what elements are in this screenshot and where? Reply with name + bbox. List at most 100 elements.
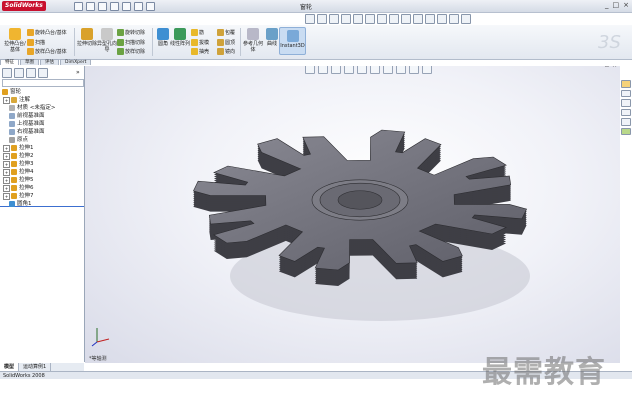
tree-item-label: 拉伸3 — [19, 161, 34, 167]
expand-toggle-icon[interactable] — [3, 122, 8, 127]
extrude-boss-button[interactable]: 拉伸凸台/基体 — [4, 28, 26, 53]
task-pane — [621, 80, 631, 135]
tab-model[interactable]: 模型 — [0, 363, 20, 371]
point-icon[interactable] — [389, 14, 399, 24]
save-icon[interactable] — [98, 1, 107, 11]
print-icon[interactable] — [110, 1, 119, 11]
settings-icon[interactable] — [461, 14, 471, 24]
expand-toggle-icon[interactable]: + — [3, 160, 10, 168]
reference-geometry-button[interactable]: 参考几何体 — [242, 28, 264, 53]
expand-toggle-icon[interactable] — [3, 130, 8, 135]
tree-item[interactable]: + 拉伸1 — [3, 144, 34, 152]
graphics-area[interactable]: – ▫ × *等轴测 — [85, 66, 620, 363]
solidworks-resources-icon[interactable] — [621, 80, 631, 88]
tree-item[interactable]: + 拉伸3 — [3, 160, 34, 168]
tree-item[interactable]: 材质 <未指定> — [3, 104, 55, 112]
tree-item[interactable]: 前视基准面 — [3, 112, 45, 120]
extrude-cut-button[interactable]: 拉伸切除 — [77, 28, 97, 47]
minimize-button[interactable]: _ — [605, 1, 609, 10]
revolve-cut-button[interactable]: 旋转切除 — [117, 28, 145, 37]
tree-item[interactable]: 右视基准面 — [3, 128, 45, 136]
spline-icon[interactable] — [377, 14, 387, 24]
expand-toggle-icon[interactable] — [3, 138, 8, 143]
display-icon[interactable] — [449, 14, 459, 24]
sweep-icon — [27, 39, 34, 46]
expand-toggle-icon[interactable]: + — [3, 144, 10, 152]
loft-cut-button[interactable]: 放样切除 — [117, 47, 145, 56]
tree-item-label: 拉伸6 — [19, 185, 34, 191]
propertymanager-tab-icon[interactable] — [14, 68, 24, 78]
panel-expand-icon[interactable]: » — [76, 69, 80, 76]
mirror-button[interactable]: 镜向 — [217, 47, 235, 56]
rebuild-icon[interactable] — [134, 1, 143, 11]
tree-item[interactable]: + 拉伸4 — [3, 168, 34, 176]
wrap-button[interactable]: 包覆 — [217, 28, 235, 37]
featuremanager-tab-icon[interactable] — [2, 68, 12, 78]
maximize-button[interactable]: □ — [613, 1, 620, 10]
tree-root[interactable]: 窗轮 — [2, 88, 21, 96]
expand-toggle-icon[interactable]: + — [3, 152, 10, 160]
dimxpertmanager-tab-icon[interactable] — [38, 68, 48, 78]
configurationmanager-tab-icon[interactable] — [26, 68, 36, 78]
revolve-boss-button[interactable]: 旋转凸台/基体 — [27, 28, 67, 37]
tab-dimxpert[interactable]: DimXpert — [60, 59, 92, 65]
circle-icon[interactable] — [353, 14, 363, 24]
expand-toggle-icon[interactable]: + — [3, 184, 10, 192]
solidworks-logo[interactable]: SolidWorks — [2, 1, 46, 11]
expand-toggle-icon[interactable]: + — [3, 192, 10, 200]
expand-toggle-icon[interactable]: + — [3, 176, 10, 184]
expand-toggle-icon[interactable] — [3, 106, 8, 111]
linear-pattern-button[interactable]: 线性阵列 — [170, 28, 190, 47]
tree-item[interactable]: 圆角1 — [3, 200, 32, 208]
rectangle-icon[interactable] — [341, 14, 351, 24]
instant3d-button[interactable]: Instant3D — [279, 27, 306, 55]
design-library-icon[interactable] — [621, 89, 631, 97]
smart-dimension-icon[interactable] — [317, 14, 327, 24]
tab-sketch[interactable]: 草图 — [20, 59, 39, 65]
options-icon[interactable] — [146, 1, 155, 11]
close-button[interactable]: × — [623, 1, 629, 10]
mirror-entities-icon[interactable] — [425, 14, 435, 24]
tree-item[interactable]: 上视基准面 — [3, 120, 45, 128]
shell-button[interactable]: 抽壳 — [191, 47, 209, 56]
trim-icon[interactable] — [401, 14, 411, 24]
revolve-cut-label: 旋转切除 — [125, 30, 146, 36]
tab-evaluate[interactable]: 评估 — [40, 59, 59, 65]
arc-icon[interactable] — [365, 14, 375, 24]
expand-toggle-icon[interactable]: + — [3, 168, 10, 176]
sketch-icon[interactable] — [305, 14, 315, 24]
tree-item[interactable]: + 拉伸7 — [3, 192, 34, 200]
undo-icon[interactable] — [122, 1, 131, 11]
expand-toggle-icon[interactable] — [3, 114, 8, 119]
line-icon[interactable] — [329, 14, 339, 24]
appearances-icon[interactable] — [621, 127, 631, 135]
tree-item[interactable]: + 注解 — [3, 96, 30, 104]
part-model[interactable] — [85, 66, 620, 363]
new-file-icon[interactable] — [74, 1, 83, 11]
search-icon[interactable] — [621, 108, 631, 116]
extrude-cut-label: 拉伸切除 — [77, 41, 98, 47]
tree-filter-input[interactable] — [2, 79, 84, 87]
expand-toggle-icon[interactable] — [3, 202, 8, 207]
relations-icon[interactable] — [437, 14, 447, 24]
file-explorer-icon[interactable] — [621, 99, 631, 107]
sweep-button[interactable]: 扫描 — [27, 38, 45, 47]
view-palette-icon[interactable] — [621, 118, 631, 126]
draft-button[interactable]: 拔模 — [191, 38, 209, 47]
tab-motion-study[interactable]: 运动算例1 — [19, 363, 52, 371]
window-controls: _ □ × — [605, 1, 629, 10]
annotations-icon — [11, 97, 17, 103]
loft-boss-button[interactable]: 放样凸台/基体 — [27, 47, 67, 56]
tree-item[interactable]: 原点 — [3, 136, 28, 144]
tab-features[interactable]: 特征 — [0, 59, 19, 65]
tree-item[interactable]: + 拉伸6 — [3, 184, 34, 192]
tree-item[interactable]: + 拉伸2 — [3, 152, 34, 160]
dome-button[interactable]: 圆顶 — [217, 38, 235, 47]
hole-wizard-button[interactable]: 异型孔向导 — [97, 28, 117, 53]
offset-icon[interactable] — [413, 14, 423, 24]
expand-toggle-icon[interactable]: + — [3, 96, 10, 104]
sweep-cut-button[interactable]: 扫描切除 — [117, 38, 145, 47]
rib-button[interactable]: 筋 — [191, 28, 204, 37]
tree-item[interactable]: + 拉伸5 — [3, 176, 34, 184]
open-file-icon[interactable] — [86, 1, 95, 11]
